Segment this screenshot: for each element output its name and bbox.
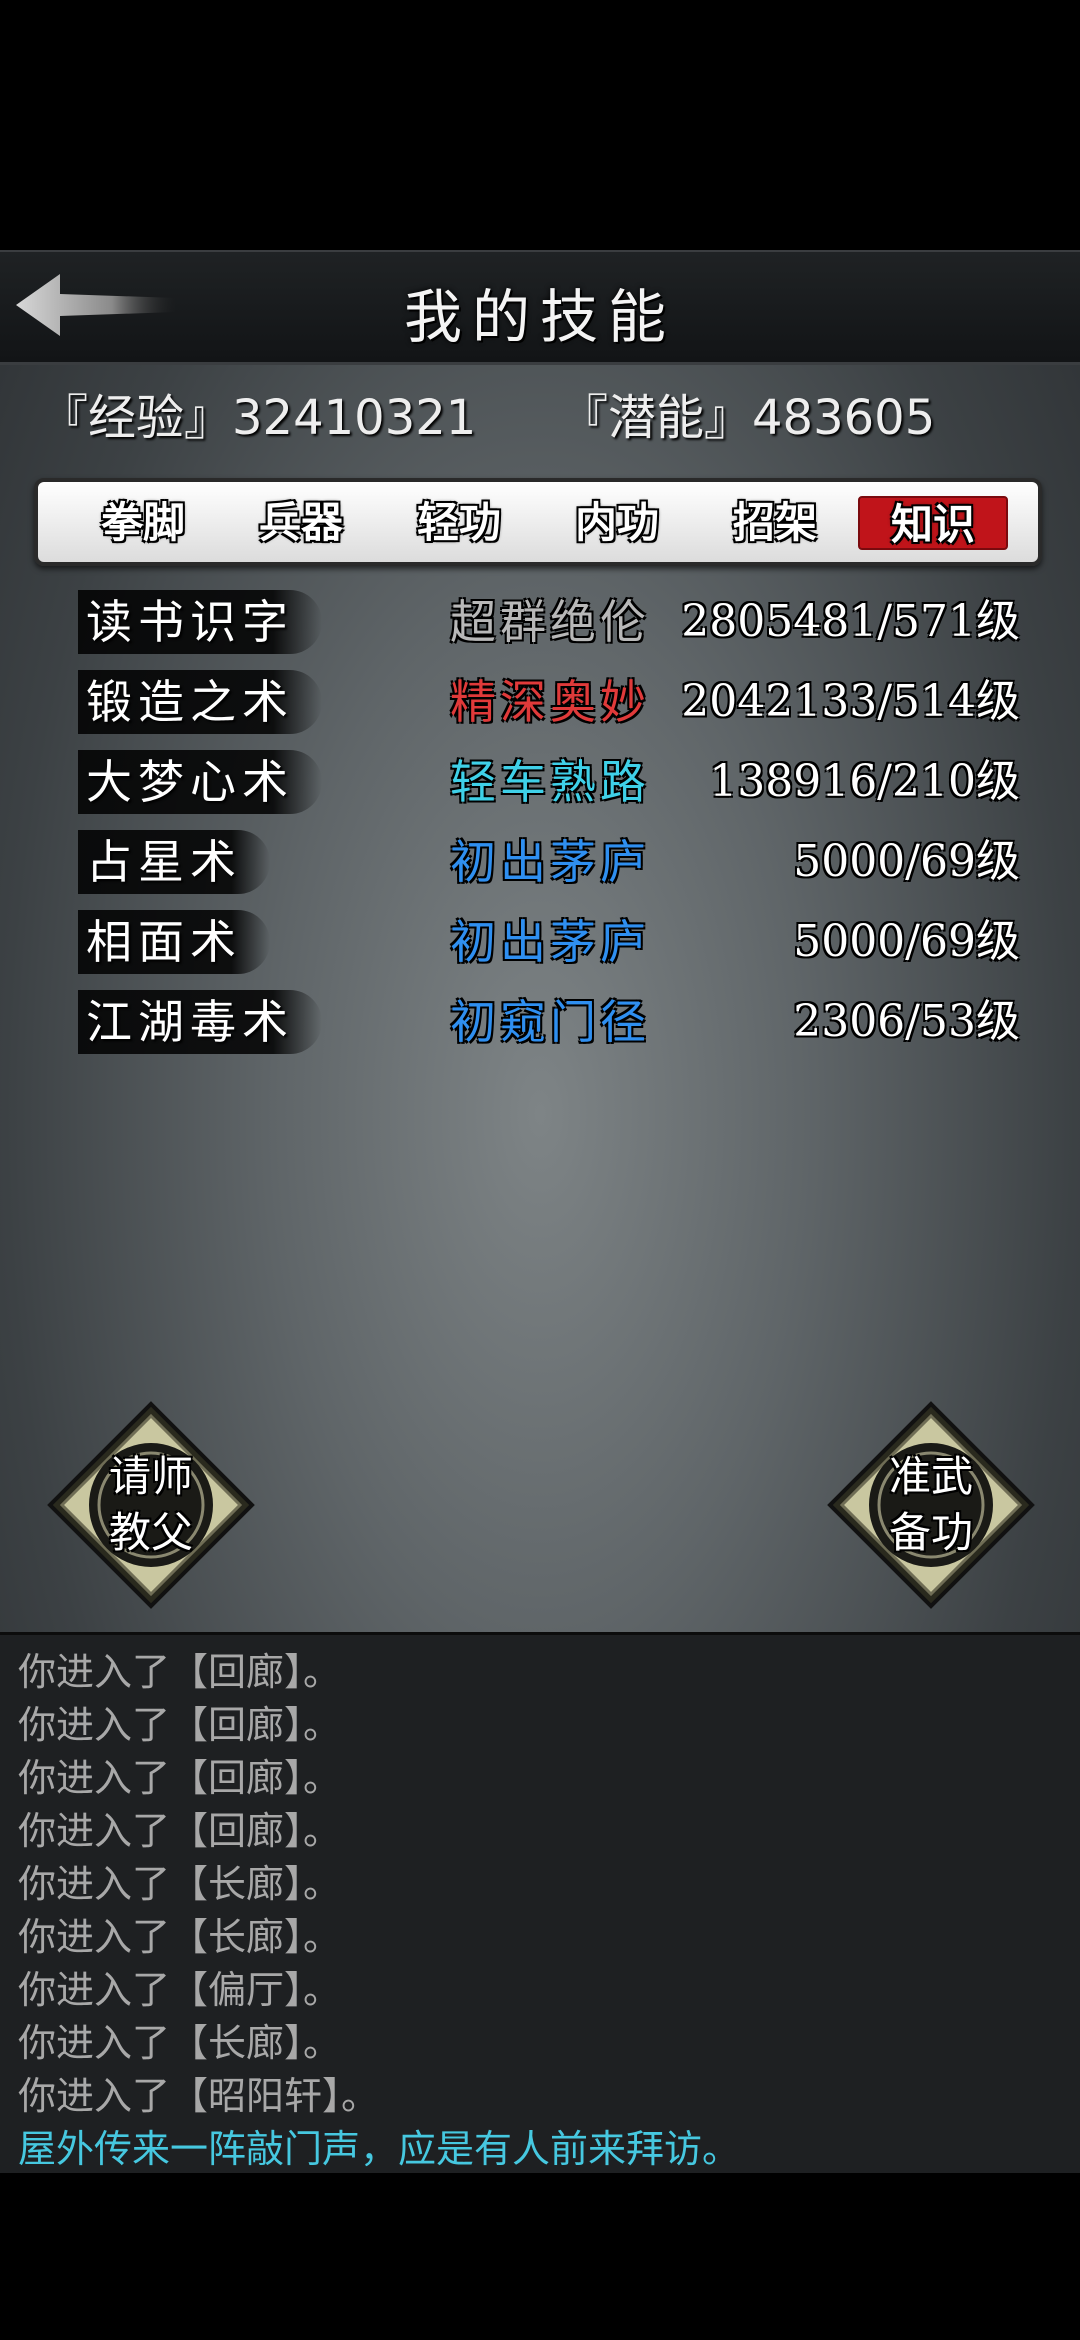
- log-line: 你进入了【长廊】。: [18, 1862, 342, 1906]
- game-screen: 我的技能 『经验』32410321 『潜能』483605 拳脚 兵器 轻功 内功…: [0, 250, 1080, 2173]
- skill-row[interactable]: 读书识字 超群绝伦 2805481/571级: [0, 590, 1080, 660]
- skill-row[interactable]: 相面术 初出茅庐 5000/69级: [0, 910, 1080, 980]
- potential-value: 『潜能』483605: [560, 390, 936, 446]
- prepare-skill-line2: 备功: [888, 1508, 973, 1557]
- skill-level: 5000/69级: [793, 836, 1020, 887]
- message-log[interactable]: 你进入了【回廊】。 你进入了【回廊】。 你进入了【回廊】。 你进入了【回廊】。 …: [0, 1632, 1080, 2173]
- skill-rank: 初出茅庐: [450, 915, 650, 969]
- header-bar: 我的技能: [0, 250, 1080, 365]
- page-title: 我的技能: [403, 283, 676, 351]
- prepare-skill-button[interactable]: 准武 备功: [826, 1400, 1036, 1610]
- skill-name: 江湖毒术: [78, 990, 322, 1054]
- skill-rank: 初出茅庐: [450, 835, 650, 889]
- skill-row[interactable]: 大梦心术 轻车熟路 138916/210级: [0, 750, 1080, 820]
- log-line: 你进入了【昭阳轩】。: [18, 2074, 380, 2118]
- log-line: 你进入了【长廊】。: [18, 2021, 342, 2065]
- skill-name: 大梦心术: [78, 750, 322, 814]
- ask-master-line2: 教父: [108, 1508, 193, 1557]
- skill-level: 138916/210级: [709, 756, 1020, 807]
- tab-knowledge[interactable]: 知识: [858, 496, 1008, 550]
- ask-master-label: 请师 教父: [46, 1400, 256, 1610]
- skill-row[interactable]: 占星术 初出茅庐 5000/69级: [0, 830, 1080, 900]
- prepare-skill-line1: 准武: [888, 1452, 973, 1501]
- ask-master-line1: 请师: [108, 1452, 193, 1501]
- ask-master-button[interactable]: 请师 教父: [46, 1400, 256, 1610]
- tab-weapon[interactable]: 兵器: [226, 496, 376, 550]
- skill-name: 锻造之术: [78, 670, 322, 734]
- skill-row[interactable]: 江湖毒术 初窥门径 2306/53级: [0, 990, 1080, 1060]
- skill-rank: 初窥门径: [450, 995, 650, 1049]
- skill-category-tabs: 拳脚 兵器 轻功 内功 招架 知识: [34, 478, 1042, 566]
- tab-fist[interactable]: 拳脚: [68, 496, 218, 550]
- log-line: 你进入了【回廊】。: [18, 1756, 342, 1800]
- log-line: 你进入了【偏厅】。: [18, 1968, 342, 2012]
- skill-level: 2805481/571级: [681, 596, 1020, 647]
- tab-parry[interactable]: 招架: [700, 496, 850, 550]
- experience-value: 『经验』32410321: [40, 390, 477, 446]
- skill-rank: 精深奥妙: [450, 675, 650, 729]
- skill-level: 5000/69级: [793, 916, 1020, 967]
- skill-level: 2042133/514级: [681, 676, 1020, 727]
- stats-bar: 『经验』32410321 『潜能』483605: [40, 378, 1040, 448]
- skill-name: 相面术: [78, 910, 270, 974]
- log-line: 你进入了【长廊】。: [18, 1915, 342, 1959]
- log-line: 你进入了【回廊】。: [18, 1703, 342, 1747]
- tab-lightness[interactable]: 轻功: [384, 496, 534, 550]
- skill-level: 2306/53级: [793, 996, 1020, 1047]
- skill-rank: 轻车熟路: [450, 755, 650, 809]
- skill-row[interactable]: 锻造之术 精深奥妙 2042133/514级: [0, 670, 1080, 740]
- log-line-highlight: 屋外传来一阵敲门声，应是有人前来拜访。: [18, 2127, 741, 2171]
- tab-internal[interactable]: 内功: [542, 496, 692, 550]
- log-line: 你进入了【回廊】。: [18, 1809, 342, 1853]
- log-line: 你进入了【回廊】。: [18, 1650, 342, 1694]
- skill-rank: 超群绝伦: [450, 595, 650, 649]
- skill-name: 读书识字: [78, 590, 322, 654]
- skill-name: 占星术: [78, 830, 270, 894]
- prepare-skill-label: 准武 备功: [826, 1400, 1036, 1610]
